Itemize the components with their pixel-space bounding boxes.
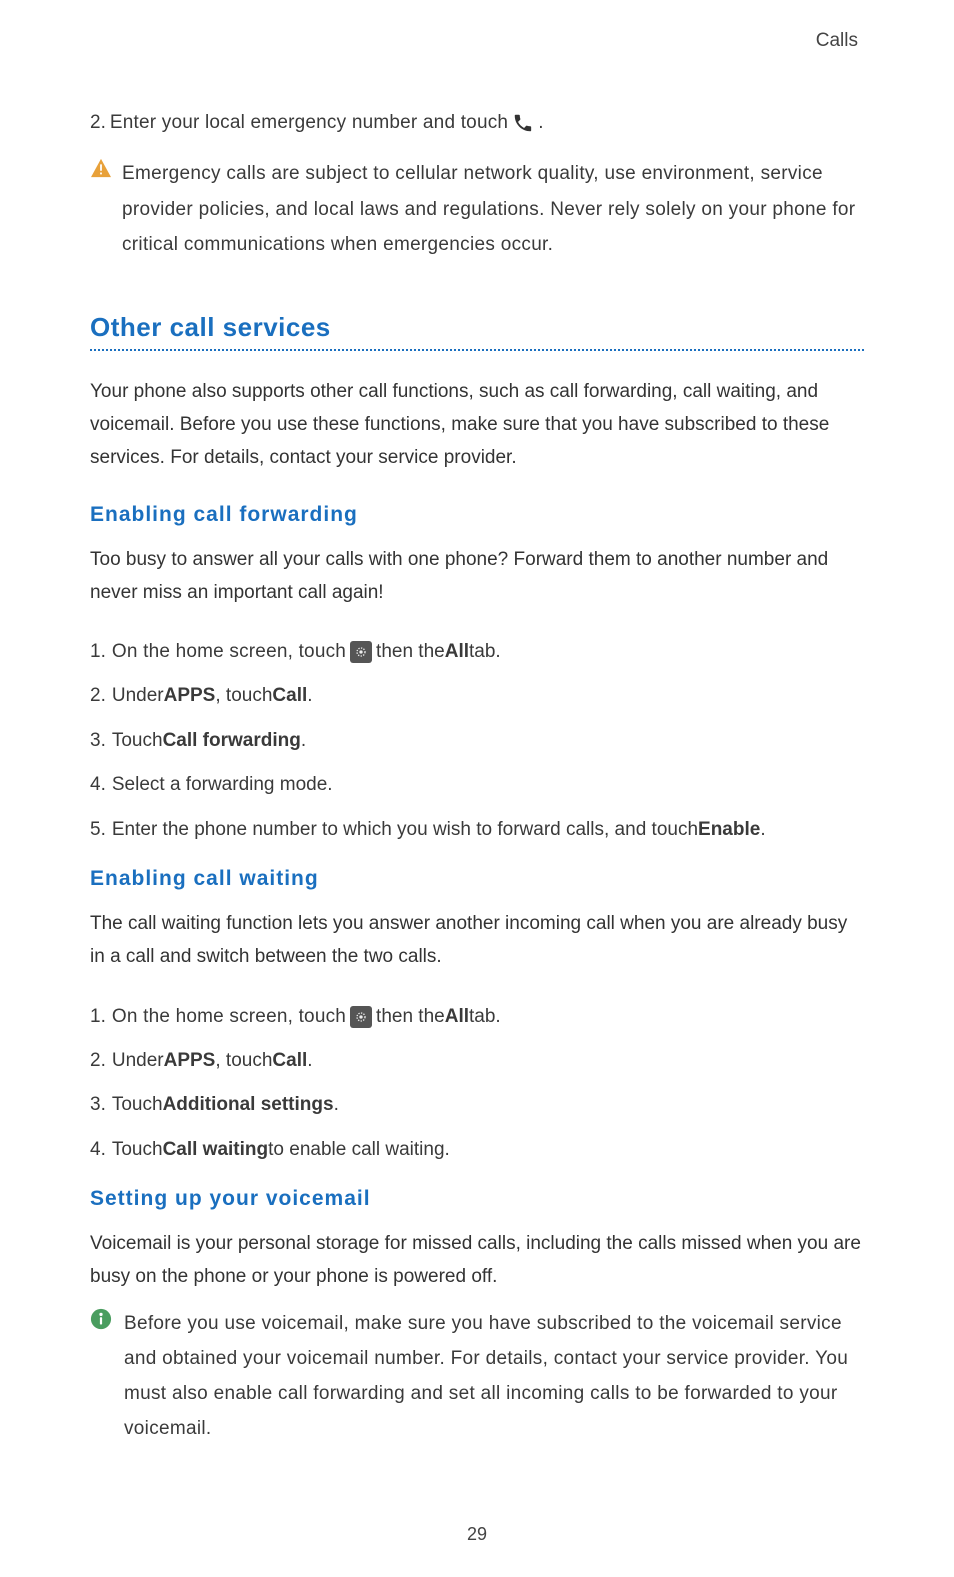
subheading-call-forwarding: Enabling call forwarding xyxy=(90,503,864,527)
forwarding-step-4: 4. Select a forwarding mode. xyxy=(90,770,864,800)
step-text-mid: , touch xyxy=(215,1046,272,1076)
info-callout: Before you use voicemail, make sure you … xyxy=(90,1306,864,1447)
subheading-call-waiting: Enabling call waiting xyxy=(90,867,864,891)
forwarding-intro: Too busy to answer all your calls with o… xyxy=(90,543,864,610)
step-text: Touch xyxy=(112,1135,163,1165)
step-text-after: to enable call waiting. xyxy=(268,1135,450,1165)
step-number: 5. xyxy=(90,815,106,845)
header-section-label: Calls xyxy=(90,30,864,52)
step-text: Touch xyxy=(112,726,163,756)
subheading-voicemail: Setting up your voicemail xyxy=(90,1187,864,1211)
step-text-after: . xyxy=(334,1090,339,1120)
step-text: Touch xyxy=(112,1090,163,1120)
step-text: Select a forwarding mode. xyxy=(112,770,333,800)
page-number: 29 xyxy=(0,1524,954,1545)
warning-triangle-icon xyxy=(90,158,112,183)
step-text-after: . xyxy=(307,1046,312,1076)
step-number: 4. xyxy=(90,1135,106,1165)
step-text: Under xyxy=(112,681,164,711)
info-circle-icon xyxy=(90,1308,112,1335)
step-number: 3. xyxy=(90,726,106,756)
forwarding-step-1: 1. On the home screen, touch then the Al… xyxy=(90,637,864,667)
step-number: 2. xyxy=(90,681,106,711)
step-number: 2. xyxy=(90,1046,106,1076)
step-text-after: . xyxy=(538,108,543,138)
waiting-step-1: 1. On the home screen, touch then the Al… xyxy=(90,1002,864,1032)
step-bold: APPS xyxy=(164,1046,216,1076)
step-bold: APPS xyxy=(164,681,216,711)
info-text: Before you use voicemail, make sure you … xyxy=(124,1306,864,1447)
phone-handset-icon xyxy=(512,112,534,134)
warning-text: Emergency calls are subject to cellular … xyxy=(122,156,864,261)
step-text: Enter the phone number to which you wish… xyxy=(112,815,698,845)
forwarding-step-2: 2. Under APPS , touch Call . xyxy=(90,681,864,711)
step-text-mid: then the xyxy=(376,1002,445,1032)
step-bold: All xyxy=(445,637,469,667)
step-text-before: Enter your local emergency number and to… xyxy=(110,108,508,138)
step-number: 1. xyxy=(90,637,106,667)
step-bold: Additional settings xyxy=(163,1090,334,1120)
step-bold: Call xyxy=(272,1046,307,1076)
waiting-intro: The call waiting function lets you answe… xyxy=(90,907,864,974)
step-text-mid: , touch xyxy=(215,681,272,711)
step-bold: Call forwarding xyxy=(163,726,301,756)
step-bold: Call waiting xyxy=(163,1135,269,1165)
step-number: 1. xyxy=(90,1002,106,1032)
voicemail-intro: Voicemail is your personal storage for m… xyxy=(90,1227,864,1294)
settings-gear-icon xyxy=(350,1006,372,1028)
step-text: Under xyxy=(112,1046,164,1076)
step-text-mid: then the xyxy=(376,637,445,667)
step-number: 3. xyxy=(90,1090,106,1120)
step-bold: All xyxy=(445,1002,469,1032)
step-text: On the home screen, touch xyxy=(112,637,346,667)
step-text-after: . xyxy=(301,726,306,756)
intro-paragraph: Your phone also supports other call func… xyxy=(90,375,864,475)
step-text: On the home screen, touch xyxy=(112,1002,346,1032)
step-text-after: tab. xyxy=(469,1002,501,1032)
step-text-after: . xyxy=(760,815,765,845)
step-text-after: tab. xyxy=(469,637,501,667)
forwarding-step-3: 3. Touch Call forwarding . xyxy=(90,726,864,756)
waiting-step-3: 3. Touch Additional settings . xyxy=(90,1090,864,1120)
step-number: 2. xyxy=(90,108,106,138)
settings-gear-icon xyxy=(350,641,372,663)
step-text-after: . xyxy=(307,681,312,711)
step-number: 4. xyxy=(90,770,106,800)
step-bold: Call xyxy=(272,681,307,711)
waiting-step-4: 4. Touch Call waiting to enable call wai… xyxy=(90,1135,864,1165)
emergency-step-2: 2. Enter your local emergency number and… xyxy=(90,108,864,138)
section-heading-other-call-services: Other call services xyxy=(90,312,864,351)
forwarding-step-5: 5. Enter the phone number to which you w… xyxy=(90,815,864,845)
warning-callout: Emergency calls are subject to cellular … xyxy=(90,156,864,261)
step-bold: Enable xyxy=(698,815,760,845)
waiting-step-2: 2. Under APPS , touch Call . xyxy=(90,1046,864,1076)
